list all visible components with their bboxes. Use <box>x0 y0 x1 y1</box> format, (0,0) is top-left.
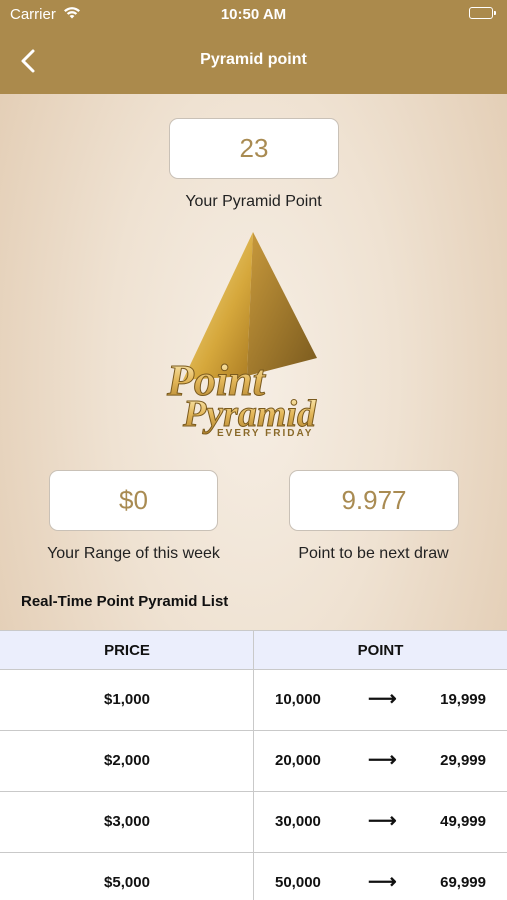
row-price: $1,000 <box>104 691 150 708</box>
table-row[interactable]: $3,000 30,000 ⟶ 49,999 <box>0 792 507 853</box>
table-header: PRICE POINT <box>0 631 507 670</box>
pyramid-point-value: 23 <box>169 118 339 179</box>
status-bar: Carrier 10:50 AM <box>0 0 507 30</box>
arrow-right-icon: ⟶ <box>368 749 397 771</box>
logo-tagline: EVERY FRIDAY <box>217 428 313 439</box>
pyramid-point-label: Your Pyramid Point <box>185 193 322 210</box>
row-point-to: 69,999 <box>440 874 486 891</box>
table-row[interactable]: $5,000 50,000 ⟶ 69,999 <box>0 853 507 900</box>
row-point-from: 50,000 <box>275 874 321 891</box>
header-point: POINT <box>357 642 404 659</box>
next-draw-label: Point to be next draw <box>298 545 449 562</box>
row-point-from: 10,000 <box>275 691 321 708</box>
weekly-range-label: Your Range of this week <box>47 545 220 562</box>
arrow-right-icon: ⟶ <box>368 810 397 832</box>
arrow-right-icon: ⟶ <box>368 871 397 893</box>
arrow-right-icon: ⟶ <box>368 688 397 710</box>
row-price: $3,000 <box>104 813 150 830</box>
pyramid-list-table: PRICE POINT $1,000 10,000 ⟶ 19,999 $2,00… <box>0 630 507 900</box>
row-point-to: 19,999 <box>440 691 486 708</box>
row-point-from: 30,000 <box>275 813 321 830</box>
row-point-from: 20,000 <box>275 752 321 769</box>
row-point-to: 49,999 <box>440 813 486 830</box>
table-row[interactable]: $1,000 10,000 ⟶ 19,999 <box>0 670 507 731</box>
row-price: $5,000 <box>104 874 150 891</box>
navigation-bar: Pyramid point <box>0 30 507 94</box>
header-price: PRICE <box>104 642 150 659</box>
table-row[interactable]: $2,000 20,000 ⟶ 29,999 <box>0 731 507 792</box>
row-point-to: 29,999 <box>440 752 486 769</box>
next-draw-value: 9.977 <box>289 470 459 531</box>
point-pyramid-logo: Point Pyramid EVERY FRIDAY <box>155 230 355 440</box>
battery-icon <box>469 7 496 19</box>
weekly-range-value: $0 <box>49 470 218 531</box>
list-title: Real-Time Point Pyramid List <box>21 593 229 610</box>
row-price: $2,000 <box>104 752 150 769</box>
page-title: Pyramid point <box>200 51 307 68</box>
clock: 10:50 AM <box>220 6 287 23</box>
